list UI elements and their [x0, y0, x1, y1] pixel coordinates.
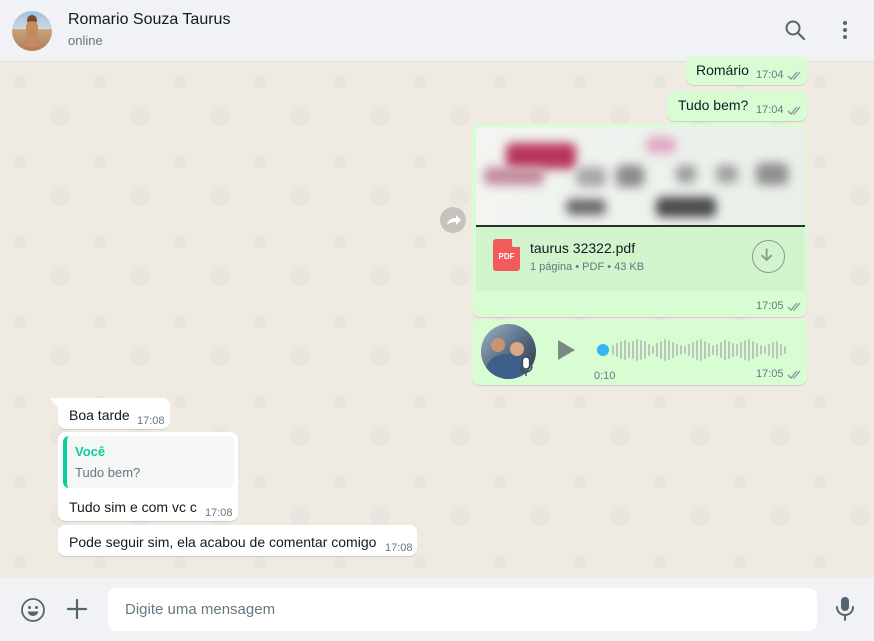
waveform-bar — [752, 341, 754, 359]
message-time: 17:08 — [385, 542, 413, 554]
waveform-bar — [652, 346, 654, 354]
message-meta: 17:05 — [756, 300, 803, 312]
waveform-bar — [664, 339, 666, 361]
audio-progress-dot[interactable] — [597, 344, 609, 356]
waveform-bar — [728, 341, 730, 359]
message-text: Boa tarde — [69, 407, 130, 423]
waveform-bar — [688, 344, 690, 356]
voice-mic-icon — [519, 356, 533, 376]
audio-duration: 0:10 — [594, 370, 616, 382]
waveform-bar — [672, 342, 674, 358]
waveform-bar — [776, 341, 778, 359]
waveform-bar — [700, 339, 702, 361]
waveform-bar — [732, 343, 734, 357]
waveform-bar — [632, 341, 634, 359]
menu-icon[interactable] — [833, 18, 857, 42]
waveform-bar — [624, 340, 626, 360]
waveform-bar — [636, 339, 638, 361]
message-time: 17:08 — [137, 415, 165, 427]
waveform-bar — [712, 345, 714, 355]
chat-header: Romario Souza Taurus online — [0, 0, 874, 62]
message-text: Romário — [696, 62, 749, 78]
contact-avatar[interactable] — [12, 11, 52, 51]
waveform-bar — [784, 346, 786, 354]
contact-status: online — [68, 33, 103, 48]
attach-plus-icon[interactable] — [66, 598, 88, 620]
waveform-bar — [704, 341, 706, 359]
message-text: Tudo sim e com vc c — [69, 499, 197, 515]
waveform-bar — [760, 345, 762, 355]
forward-arrow-icon — [447, 215, 461, 225]
waveform-bar — [764, 346, 766, 354]
waveform-bar — [768, 344, 770, 356]
contact-name[interactable]: Romario Souza Taurus — [68, 11, 230, 29]
quoted-text: Tudo bem? — [75, 465, 141, 480]
message-input[interactable] — [108, 588, 817, 631]
waveform-bar — [644, 341, 646, 359]
pdf-file-icon: PDF — [493, 239, 520, 271]
waveform-bar — [716, 344, 718, 356]
waveform-bar — [744, 340, 746, 360]
document-preview-thumbnail[interactable] — [476, 127, 805, 227]
waveform-bar — [748, 339, 750, 361]
download-arrow-icon — [761, 248, 773, 261]
message-meta: 17:05 — [756, 368, 803, 380]
waveform-bar — [676, 344, 678, 356]
read-ticks-icon — [787, 370, 801, 379]
waveform-bar — [696, 340, 698, 360]
waveform-bar — [668, 340, 670, 360]
waveform-bar — [680, 345, 682, 355]
message-text: Pode seguir sim, ela acabou de comentar … — [69, 534, 377, 550]
message-meta: 17:08 — [385, 542, 413, 554]
download-button[interactable] — [752, 240, 785, 273]
emoji-icon[interactable] — [20, 597, 46, 623]
waveform-bar — [736, 344, 738, 356]
waveform-bar — [692, 342, 694, 358]
microphone-icon[interactable] — [834, 596, 856, 622]
waveform-bar — [772, 342, 774, 358]
message-time: 17:04 — [756, 69, 784, 81]
message-time: 17:05 — [756, 300, 784, 312]
waveform-bar — [628, 342, 630, 358]
message-text: Tudo bem? — [678, 97, 749, 113]
message-time: 17:08 — [205, 507, 233, 519]
search-icon[interactable] — [783, 18, 807, 42]
document-file-name: taurus 32322.pdf — [530, 240, 636, 256]
waveform-bar — [780, 344, 782, 356]
read-ticks-icon — [787, 106, 801, 115]
message-meta: 17:04 — [756, 69, 803, 81]
message-time: 17:04 — [756, 104, 784, 116]
waveform-bar — [640, 340, 642, 360]
waveform-bar — [612, 345, 614, 355]
waveform-bar — [708, 343, 710, 357]
waveform-bar — [740, 342, 742, 358]
message-meta: 17:08 — [137, 415, 165, 427]
audio-waveform[interactable] — [612, 337, 787, 363]
message-meta: 17:08 — [205, 507, 233, 519]
read-ticks-icon — [787, 71, 801, 80]
document-file-info: 1 página • PDF • 43 KB — [530, 261, 645, 273]
waveform-bar — [660, 341, 662, 359]
message-time: 17:05 — [756, 368, 784, 380]
read-ticks-icon — [787, 302, 801, 311]
message-meta: 17:04 — [756, 104, 803, 116]
waveform-bar — [720, 342, 722, 358]
waveform-bar — [724, 340, 726, 360]
waveform-bar — [616, 343, 618, 357]
waveform-bar — [684, 346, 686, 354]
forward-button[interactable] — [440, 207, 466, 233]
waveform-bar — [656, 343, 658, 357]
waveform-bar — [620, 341, 622, 359]
play-icon[interactable] — [555, 338, 577, 362]
quoted-author: Você — [75, 444, 106, 459]
waveform-bar — [756, 343, 758, 357]
waveform-bar — [648, 344, 650, 356]
